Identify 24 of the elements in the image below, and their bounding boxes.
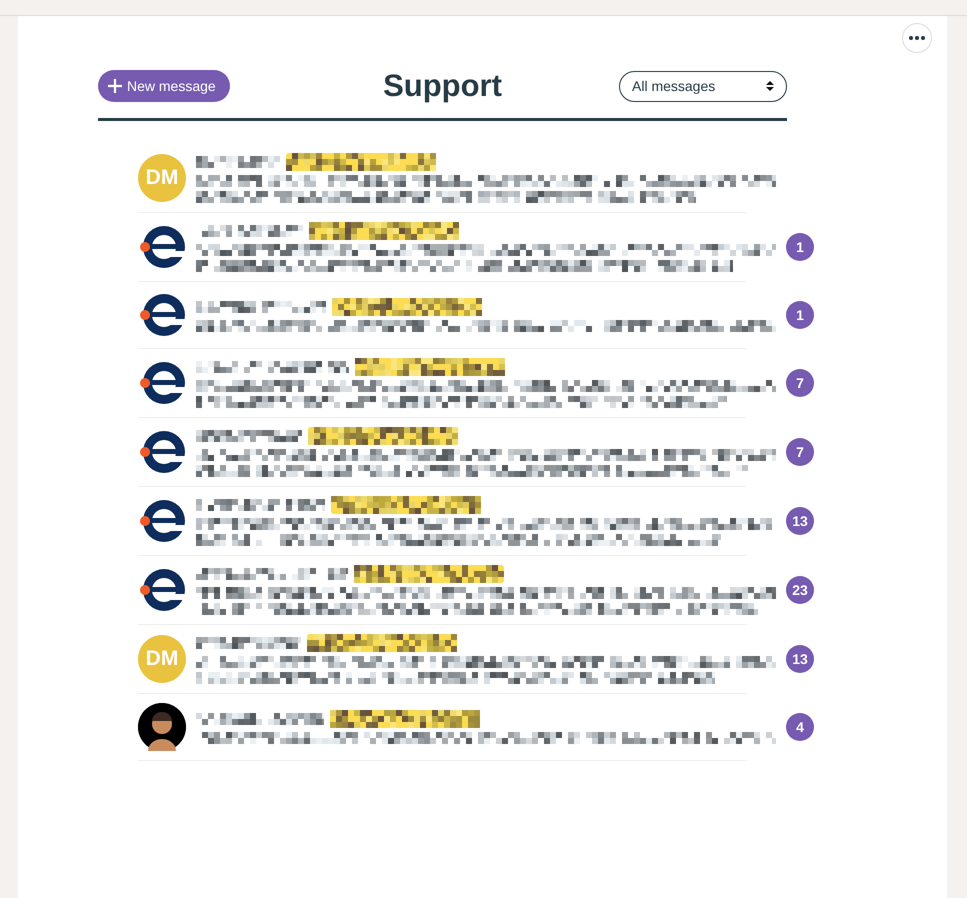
company-logo-icon	[138, 223, 186, 271]
ellipsis-icon	[909, 36, 925, 40]
unread-count-badge: 23	[786, 576, 814, 604]
company-logo-icon	[138, 566, 186, 614]
initials-avatar: DM	[138, 154, 186, 202]
unread-count-badge: 1	[786, 233, 814, 261]
company-logo-icon	[138, 497, 186, 545]
company-logo-icon	[138, 359, 186, 407]
unread-count-badge: 1	[786, 301, 814, 329]
initials-avatar: DM	[138, 635, 186, 683]
person-avatar	[138, 703, 186, 751]
unread-count-badge: 4	[786, 713, 814, 741]
company-logo-icon	[138, 428, 186, 476]
plus-icon	[108, 79, 122, 93]
page-title: Support	[383, 68, 502, 104]
unread-count-badge: 13	[786, 507, 814, 535]
unread-count-badge: 13	[786, 645, 814, 673]
unread-count-badge: 7	[786, 438, 814, 466]
new-message-button[interactable]: New message	[98, 70, 230, 102]
more-options-button[interactable]	[902, 23, 932, 53]
unread-count-badge: 7	[786, 369, 814, 397]
dropdown-arrows-icon	[766, 80, 774, 92]
message-filter-dropdown[interactable]: All messages	[619, 70, 787, 102]
company-logo-icon	[138, 291, 186, 339]
